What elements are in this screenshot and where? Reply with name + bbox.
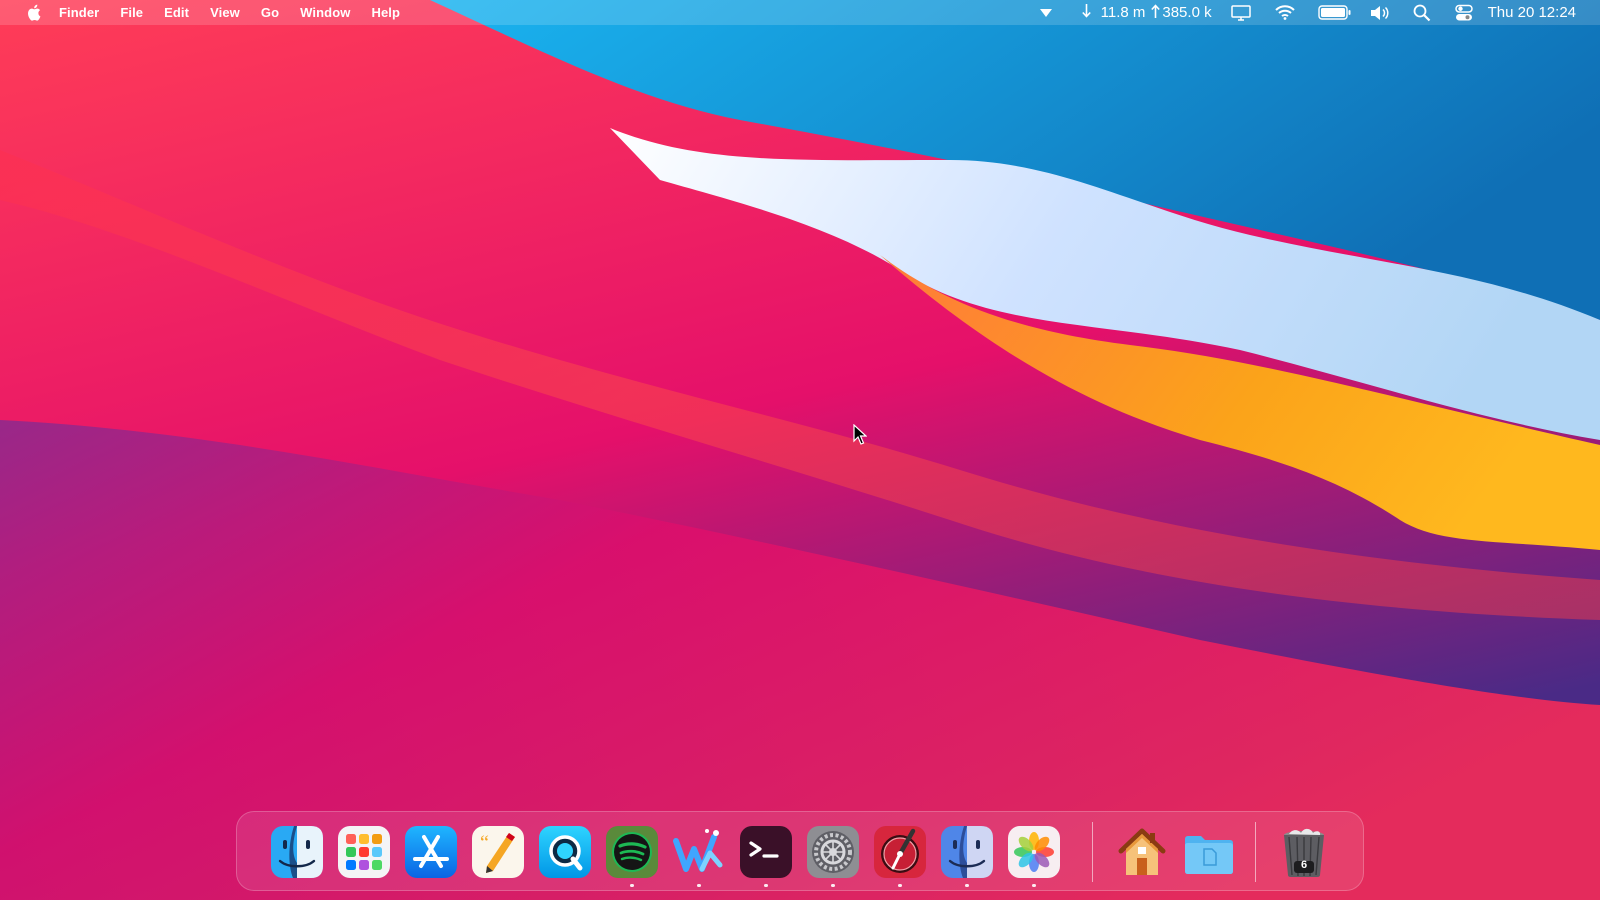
running-indicator (831, 884, 835, 887)
finder-icon (271, 826, 323, 878)
menu-edit[interactable]: Edit (164, 5, 189, 20)
running-indicator (697, 884, 701, 887)
battery-icon[interactable] (1318, 0, 1352, 25)
menu-help[interactable]: Help (371, 5, 400, 20)
network-monitor[interactable]: 11.8 m 385.0 k (1081, 3, 1212, 22)
compass-icon (874, 826, 926, 878)
dock-item-terminal[interactable] (739, 825, 793, 887)
upload-arrow-icon (1151, 3, 1161, 22)
volume-icon[interactable] (1370, 0, 1390, 25)
running-indicator (764, 884, 768, 887)
mouse-cursor (853, 424, 867, 445)
dock-item-app-store[interactable] (404, 825, 458, 879)
wifi-icon[interactable] (1274, 0, 1296, 25)
dock-item-trash[interactable]: 6 (1277, 825, 1331, 879)
writer-icon (673, 829, 723, 872)
dropdown-arrow-icon[interactable] (1036, 0, 1056, 25)
dock-item-finder-face[interactable] (940, 825, 994, 887)
spotify-icon (606, 826, 658, 878)
dock-item-pages[interactable]: “ (471, 825, 525, 879)
menu-finder[interactable]: Finder (59, 5, 99, 20)
dock: “ 6 (236, 811, 1364, 891)
dock-item-photos[interactable] (1007, 825, 1061, 887)
upload-rate: 385.0 k (1162, 4, 1212, 21)
launchpad-icon (338, 826, 390, 878)
finder-face-icon (941, 826, 993, 878)
dock-item-documents[interactable] (1182, 825, 1236, 879)
download-rate: 11.8 m (1100, 4, 1146, 21)
running-indicator (898, 884, 902, 887)
menu-bar: Finder File Edit View Go Window Help 11.… (0, 0, 1600, 25)
spotlight-search-icon[interactable] (1412, 0, 1432, 25)
dock-separator (1092, 822, 1093, 882)
control-center-icon[interactable] (1454, 0, 1474, 25)
download-arrow-icon (1081, 3, 1091, 22)
dock-item-writer[interactable] (672, 825, 726, 887)
running-indicator (630, 884, 634, 887)
quicktime-icon (539, 826, 591, 878)
desktop-wallpaper (0, 0, 1600, 900)
running-indicator (1032, 884, 1036, 887)
terminal-icon (740, 826, 792, 878)
documents-folder-icon (1185, 836, 1233, 874)
dock-item-quicktime[interactable] (538, 825, 592, 879)
menu-go[interactable]: Go (261, 5, 279, 20)
apple-logo-icon[interactable] (27, 4, 43, 22)
trash-item-count: 6 (1300, 859, 1308, 871)
dock-item-spotify[interactable] (605, 825, 659, 887)
svg-text:“: “ (480, 832, 489, 854)
dock-item-system-preferences[interactable] (806, 825, 860, 887)
photos-icon (1008, 826, 1060, 878)
menubar-clock[interactable]: Thu 20 12:24 (1488, 4, 1576, 21)
app-store-icon (405, 826, 457, 878)
home-folder-icon (1118, 828, 1166, 875)
display-icon[interactable] (1230, 0, 1252, 25)
dock-item-compass[interactable] (873, 825, 927, 887)
menu-window[interactable]: Window (300, 5, 350, 20)
dock-separator (1255, 822, 1256, 882)
menu-view[interactable]: View (210, 5, 240, 20)
menu-file[interactable]: File (120, 5, 143, 20)
system-preferences-icon (807, 826, 859, 878)
pages-icon: “ (472, 826, 524, 878)
dock-item-home[interactable] (1115, 825, 1169, 879)
dock-item-launchpad[interactable] (337, 825, 391, 879)
dock-item-finder[interactable] (270, 825, 324, 879)
running-indicator (965, 884, 969, 887)
